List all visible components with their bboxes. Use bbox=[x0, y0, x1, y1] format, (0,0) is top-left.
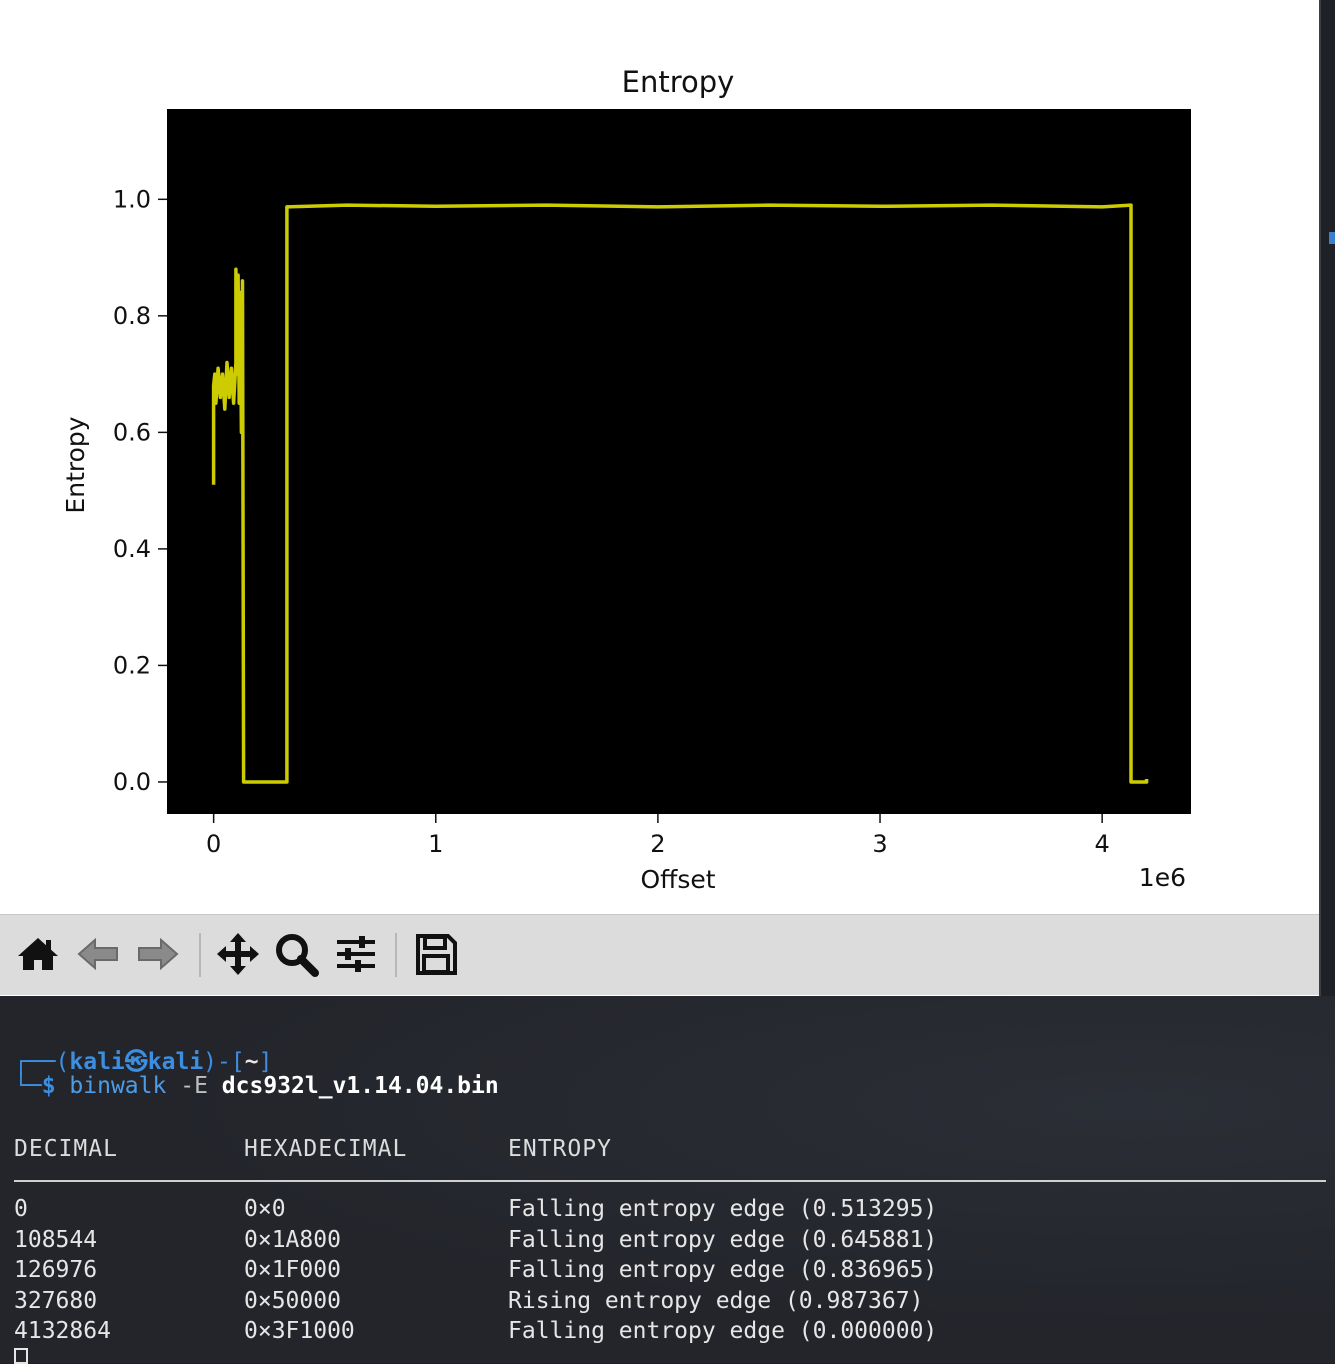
back-button[interactable] bbox=[74, 929, 122, 979]
prompt-dollar: $ bbox=[41, 1073, 56, 1099]
pan-button[interactable] bbox=[214, 929, 262, 979]
plot-area bbox=[167, 109, 1191, 814]
decimal-cell: 327680 bbox=[14, 1288, 98, 1314]
toolbar-separator bbox=[395, 933, 397, 977]
navigation-toolbar bbox=[0, 914, 1319, 995]
window-edge-accent bbox=[1329, 232, 1335, 244]
hex-cell: 0×50000 bbox=[244, 1288, 341, 1314]
y-tick-label: 0.2 bbox=[113, 651, 151, 679]
entropy-cell: Falling entropy edge (0.645881) bbox=[508, 1227, 938, 1253]
hex-cell: 0×0 bbox=[244, 1196, 286, 1222]
y-axis-label: Entropy bbox=[61, 416, 90, 513]
command-flag: -E bbox=[180, 1073, 208, 1099]
table-row: 0 0×0 Falling entropy edge (0.513295) bbox=[0, 1196, 1335, 1226]
command-argument: dcs932l_v1.14.04.bin bbox=[221, 1073, 499, 1099]
y-tick-label: 0.8 bbox=[113, 302, 151, 330]
hex-cell: 0×1A800 bbox=[244, 1227, 341, 1253]
save-icon bbox=[416, 934, 457, 975]
x-offset-text: 1e6 bbox=[1139, 863, 1186, 892]
x-tick-label: 1 bbox=[428, 830, 443, 858]
x-tick-label: 4 bbox=[1095, 830, 1110, 858]
y-tick-label: 0.4 bbox=[113, 535, 151, 563]
table-row: 108544 0×1A800 Falling entropy edge (0.6… bbox=[0, 1227, 1335, 1257]
prompt-corner: └─ bbox=[14, 1073, 42, 1099]
prompt-frame: ] bbox=[258, 1049, 273, 1075]
toolbar-separator bbox=[199, 933, 201, 977]
hex-cell: 0×3F1000 bbox=[244, 1318, 355, 1344]
table-row: 327680 0×50000 Rising entropy edge (0.98… bbox=[0, 1288, 1335, 1318]
chart-title: Entropy bbox=[622, 65, 735, 99]
zoom-button[interactable] bbox=[272, 929, 320, 979]
entropy-cell: Rising entropy edge (0.987367) bbox=[508, 1288, 924, 1314]
home-button[interactable] bbox=[14, 929, 62, 979]
table-row: 4132864 0×3F1000 Falling entropy edge (0… bbox=[0, 1318, 1335, 1348]
prompt-frame: )-[ bbox=[203, 1049, 245, 1075]
terminal[interactable]: ┌──(kali㉿kali)-[~] └─$ binwalk -E dcs932… bbox=[0, 996, 1335, 1364]
pan-icon bbox=[217, 933, 259, 975]
decimal-cell: 126976 bbox=[14, 1257, 98, 1283]
prompt-cwd: ~ bbox=[244, 1049, 259, 1075]
hex-cell: 0×1F000 bbox=[244, 1257, 341, 1283]
header-entropy: ENTROPY bbox=[508, 1136, 612, 1162]
entropy-cell: Falling entropy edge (0.513295) bbox=[508, 1196, 938, 1222]
y-tick-label: 0.6 bbox=[113, 418, 151, 446]
x-tick-label: 3 bbox=[872, 830, 887, 858]
zoom-icon bbox=[276, 934, 319, 977]
x-tick-label: 0 bbox=[206, 830, 221, 858]
table-row: 126976 0×1F000 Falling entropy edge (0.8… bbox=[0, 1257, 1335, 1287]
y-tick-label: 0.0 bbox=[113, 768, 151, 796]
header-hexadecimal: HEXADECIMAL bbox=[244, 1136, 408, 1162]
decimal-cell: 4132864 bbox=[14, 1318, 111, 1344]
header-rule bbox=[14, 1180, 1326, 1182]
prompt-line-1: ┌──(kali㉿kali)-[~] bbox=[14, 1042, 272, 1076]
y-tick-label: 1.0 bbox=[113, 185, 151, 213]
back-icon bbox=[77, 937, 118, 971]
configure-subplots-icon bbox=[337, 936, 375, 972]
forward-button[interactable] bbox=[134, 929, 182, 979]
home-icon bbox=[18, 938, 58, 970]
entropy-cell: Falling entropy edge (0.000000) bbox=[508, 1318, 938, 1344]
entropy-chart: Entropy 0.0 0.2 0.4 0.6 0.8 1.0 0 1 2 3 4 Entropy… bbox=[61, 65, 1191, 894]
command-line: └─$ binwalk -E dcs932l_v1.14.04.bin bbox=[14, 1073, 499, 1099]
header-decimal: DECIMAL bbox=[14, 1136, 118, 1162]
save-button[interactable] bbox=[412, 929, 460, 979]
forward-icon bbox=[138, 937, 179, 971]
command-name: binwalk bbox=[69, 1073, 167, 1099]
decimal-cell: 0 bbox=[14, 1196, 28, 1222]
entropy-cell: Falling entropy edge (0.836965) bbox=[508, 1257, 938, 1283]
x-tick-label: 2 bbox=[650, 830, 665, 858]
prompt-user-host: kali㉿kali bbox=[69, 1049, 204, 1075]
prompt-frame: ┌──( bbox=[14, 1049, 70, 1075]
terminal-cursor[interactable] bbox=[14, 1348, 28, 1364]
decimal-cell: 108544 bbox=[14, 1227, 98, 1253]
configure-subplots-button[interactable] bbox=[332, 929, 380, 979]
x-axis-label: Offset bbox=[640, 865, 715, 894]
plot-window: Entropy 0.0 0.2 0.4 0.6 0.8 1.0 0 1 2 3 4 Entropy… bbox=[0, 0, 1321, 996]
